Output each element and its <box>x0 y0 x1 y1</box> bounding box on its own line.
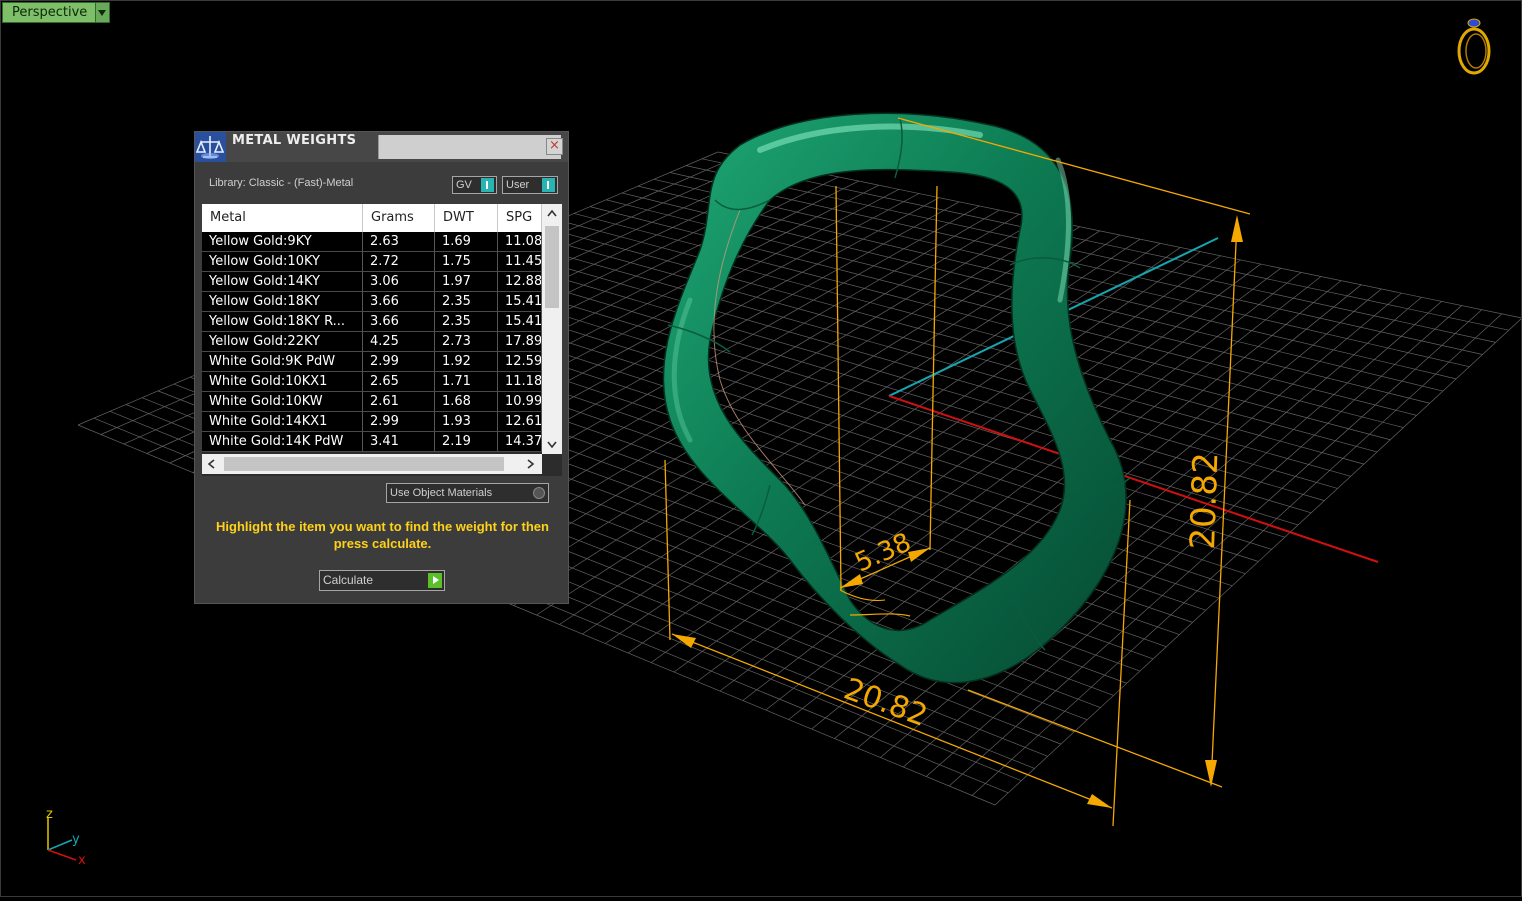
x-axis-label: x <box>78 853 86 868</box>
table-cell: 12.61 <box>498 412 542 431</box>
table-cell: Yellow Gold:10KY <box>202 252 363 271</box>
y-axis-label: y <box>72 832 80 847</box>
table-cell: 11.18 <box>498 372 542 391</box>
horizontal-scroll-thumb[interactable] <box>224 457 504 471</box>
table-row[interactable]: Yellow Gold:18KY 3.66 2.35 15.41 <box>202 292 542 312</box>
panel-title-tab <box>378 135 561 159</box>
user-toggle[interactable]: User <box>502 176 558 194</box>
table-cell: 1.92 <box>435 352 498 371</box>
instructions-text: Highlight the item you want to find the … <box>216 519 549 551</box>
gv-toggle-switch[interactable] <box>481 178 494 192</box>
scroll-left-icon[interactable] <box>202 454 220 474</box>
horizontal-scrollbar[interactable] <box>202 454 542 474</box>
ring-icon[interactable] <box>1457 18 1491 75</box>
scroll-up-icon[interactable] <box>542 204 562 222</box>
table-cell: 15.41 <box>498 312 542 331</box>
table-row[interactable]: White Gold:9K PdW 2.99 1.92 12.59 <box>202 352 542 372</box>
table-cell: 2.99 <box>363 412 435 431</box>
table-cell: 1.68 <box>435 392 498 411</box>
table-cell: Yellow Gold:9KY <box>202 232 363 251</box>
table-cell: 14.37 <box>498 432 542 451</box>
close-button[interactable]: × <box>546 138 563 155</box>
table-body: Yellow Gold:9KY 2.63 1.69 11.08 Yellow Gold:… <box>202 232 542 452</box>
user-toggle-switch[interactable] <box>542 178 555 192</box>
column-header-spg[interactable]: SPG <box>498 204 542 232</box>
view-label-text: Perspective <box>12 5 88 20</box>
table-cell: 2.63 <box>363 232 435 251</box>
table-cell: 11.45 <box>498 252 542 271</box>
use-object-materials-label: Use Object Materials <box>390 487 493 499</box>
table-cell: 3.66 <box>363 292 435 311</box>
library-label: Library: Classic - (Fast)-Metal <box>209 177 354 189</box>
table-cell: 1.69 <box>435 232 498 251</box>
table-row[interactable]: White Gold:10KX1 2.65 1.71 11.18 <box>202 372 542 392</box>
table-cell: 2.19 <box>435 432 498 451</box>
calculate-label: Calculate <box>323 573 374 587</box>
panel-title: METAL WEIGHTS <box>232 133 357 148</box>
table-cell: White Gold:10KW <box>202 392 363 411</box>
table-row[interactable]: Yellow Gold:9KY 2.63 1.69 11.08 <box>202 232 542 252</box>
view-label-perspective[interactable]: Perspective <box>2 2 110 23</box>
table-cell: 2.73 <box>435 332 498 351</box>
metal-table[interactable]: Metal Grams DWT SPG Yellow Gold:9KY 2.63 1… <box>202 204 562 476</box>
table-cell: 12.88 <box>498 272 542 291</box>
toggle-indicator-icon[interactable] <box>533 487 545 499</box>
table-cell: White Gold:14KX1 <box>202 412 363 431</box>
gv-toggle-label: GV <box>456 179 472 191</box>
table-cell: White Gold:9K PdW <box>202 352 363 371</box>
table-cell: 15.41 <box>498 292 542 311</box>
table-cell: 2.35 <box>435 292 498 311</box>
scroll-right-icon[interactable] <box>522 454 540 474</box>
table-cell: 3.06 <box>363 272 435 291</box>
table-cell: 1.97 <box>435 272 498 291</box>
table-cell: White Gold:14K PdW <box>202 432 363 451</box>
table-row[interactable]: Yellow Gold:18KY R... 3.66 2.35 15.41 <box>202 312 542 332</box>
table-cell: 2.72 <box>363 252 435 271</box>
table-row[interactable]: White Gold:14KX1 2.99 1.93 12.61 <box>202 412 542 432</box>
table-row[interactable]: White Gold:10KW 2.61 1.68 10.99 <box>202 392 542 412</box>
table-cell: 2.65 <box>363 372 435 391</box>
gv-toggle[interactable]: GV <box>452 176 497 194</box>
table-cell: 1.71 <box>435 372 498 391</box>
table-cell: 12.59 <box>498 352 542 371</box>
table-row[interactable]: Yellow Gold:22KY 4.25 2.73 17.89 <box>202 332 542 352</box>
table-header: Metal Grams DWT SPG <box>202 204 542 232</box>
table-cell: 17.89 <box>498 332 542 351</box>
metal-weights-panel: METAL WEIGHTS × Library: Classic - (Fast… <box>194 131 569 604</box>
height-dimension-label: 20.82 <box>1183 452 1226 551</box>
column-header-dwt[interactable]: DWT <box>435 204 498 232</box>
table-cell: Yellow Gold:18KY R... <box>202 312 363 331</box>
user-toggle-label: User <box>506 179 530 191</box>
table-row[interactable]: Yellow Gold:14KY 3.06 1.97 12.88 <box>202 272 542 292</box>
table-cell: 10.99 <box>498 392 542 411</box>
table-cell: 3.41 <box>363 432 435 451</box>
axis-gizmo: z y x <box>46 807 86 868</box>
scroll-down-icon[interactable] <box>542 436 562 454</box>
table-cell: 4.25 <box>363 332 435 351</box>
table-cell: Yellow Gold:18KY <box>202 292 363 311</box>
scale-icon <box>195 132 226 162</box>
table-cell: 2.35 <box>435 312 498 331</box>
panel-header[interactable]: METAL WEIGHTS × <box>195 132 568 162</box>
table-cell: 2.99 <box>363 352 435 371</box>
table-cell: 3.66 <box>363 312 435 331</box>
column-header-metal[interactable]: Metal <box>202 204 363 232</box>
use-object-materials-toggle[interactable]: Use Object Materials <box>386 483 549 503</box>
vertical-scroll-thumb[interactable] <box>545 226 559 308</box>
z-axis-label: z <box>46 807 53 822</box>
table-cell: 1.93 <box>435 412 498 431</box>
play-icon[interactable] <box>428 573 442 588</box>
table-cell: White Gold:10KX1 <box>202 372 363 391</box>
table-row[interactable]: Yellow Gold:10KY 2.72 1.75 11.45 <box>202 252 542 272</box>
calculate-button[interactable]: Calculate <box>319 570 445 591</box>
table-cell: Yellow Gold:14KY <box>202 272 363 291</box>
table-cell: 11.08 <box>498 232 542 251</box>
table-row[interactable]: White Gold:14K PdW 3.41 2.19 14.37 <box>202 432 542 452</box>
table-cell: Yellow Gold:22KY <box>202 332 363 351</box>
table-cell: 2.61 <box>363 392 435 411</box>
column-header-grams[interactable]: Grams <box>363 204 435 232</box>
vertical-scrollbar[interactable] <box>542 204 562 454</box>
table-cell: 1.75 <box>435 252 498 271</box>
chevron-down-icon[interactable] <box>94 3 109 22</box>
